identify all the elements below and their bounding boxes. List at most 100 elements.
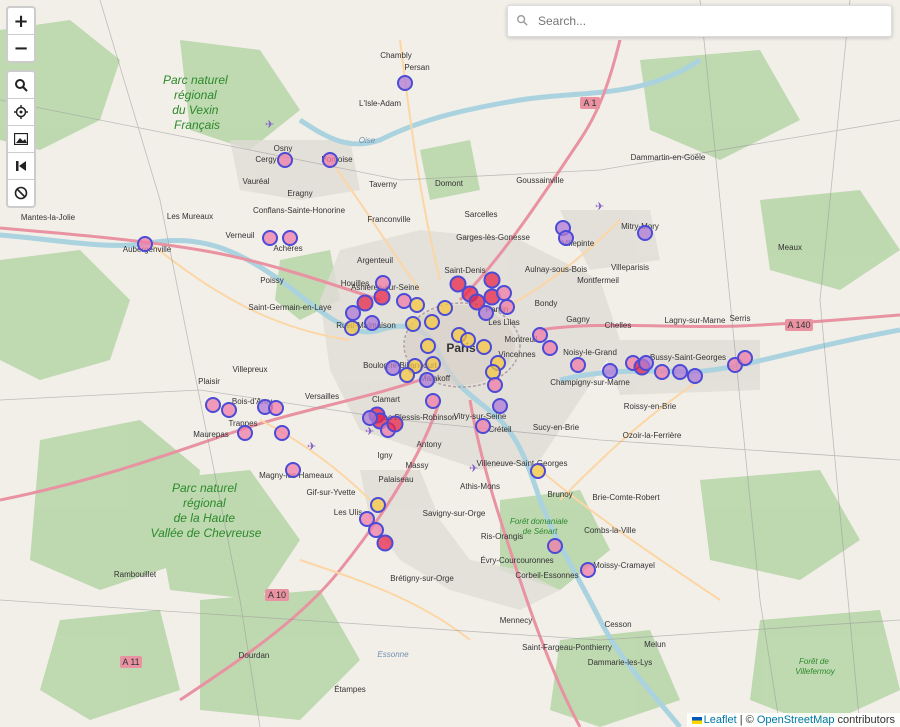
zoom-out-button[interactable]: −: [8, 35, 34, 61]
place-label: Athis-Mons: [460, 482, 500, 491]
map-marker-pink[interactable]: [547, 538, 563, 554]
place-label: Les Lilas: [488, 318, 520, 327]
map-marker-pink[interactable]: [137, 236, 153, 252]
place-label: Villeparisis: [611, 263, 649, 272]
place-label: Ozoir-la-Ferrière: [623, 431, 682, 440]
map-marker-pink[interactable]: [237, 425, 253, 441]
map-marker-yellow[interactable]: [460, 332, 476, 348]
map-marker-pink[interactable]: [499, 299, 515, 315]
place-label: Antony: [417, 440, 442, 449]
place-label: Eragny: [287, 189, 312, 198]
place-label: Brie-Comte-Robert: [592, 493, 660, 502]
map-marker-pink[interactable]: [496, 285, 512, 301]
search-icon: [15, 79, 28, 92]
place-label: Saint-Denis: [444, 266, 485, 275]
map-marker-red[interactable]: [386, 415, 404, 433]
block-button[interactable]: [8, 180, 34, 206]
map-marker-violet[interactable]: [362, 410, 378, 426]
map-marker-pink[interactable]: [487, 377, 503, 393]
map-marker-red[interactable]: [483, 271, 501, 289]
map-marker-violet[interactable]: [385, 360, 401, 376]
map-marker-pink[interactable]: [570, 357, 586, 373]
map-marker-pink[interactable]: [580, 562, 596, 578]
map-marker-pink[interactable]: [277, 152, 293, 168]
airport-icon: ✈: [265, 119, 274, 131]
place-label: Plaisir: [198, 377, 220, 386]
map-marker-pink[interactable]: [274, 425, 290, 441]
place-label: Sucy-en-Brie: [533, 423, 580, 432]
image-layer-button[interactable]: [8, 126, 34, 153]
place-label: Brétigny-sur-Orge: [390, 574, 454, 583]
place-label: Persan: [404, 63, 429, 72]
map-marker-pink[interactable]: [654, 364, 670, 380]
place-label: Taverny: [369, 180, 397, 189]
image-layer-icon: [14, 133, 28, 145]
zoom-control: + −: [6, 6, 36, 63]
map-marker-violet[interactable]: [638, 355, 654, 371]
map-marker-violet[interactable]: [637, 225, 653, 241]
map-marker-yellow[interactable]: [399, 367, 415, 383]
place-label: Clamart: [372, 395, 401, 404]
place-label: Domont: [435, 179, 464, 188]
place-label: Ris-Orangis: [481, 532, 523, 541]
map-marker-violet[interactable]: [492, 398, 508, 414]
map-marker-violet[interactable]: [419, 372, 435, 388]
place-label: Igny: [377, 451, 392, 460]
map-canvas[interactable]: ✈ ✈ ✈ ✈ ✈ Parc naturel régional du Vexin…: [0, 0, 900, 727]
place-label: Serris: [730, 314, 751, 323]
map-marker-pink[interactable]: [262, 230, 278, 246]
map-marker-pink[interactable]: [205, 397, 221, 413]
place-label: L'Isle-Adam: [359, 99, 401, 108]
map-marker-violet[interactable]: [397, 75, 413, 91]
map-marker-yellow[interactable]: [420, 338, 436, 354]
skip-back-button[interactable]: [8, 153, 34, 180]
place-label: Bussy-Saint-Georges: [650, 353, 726, 362]
map-marker-violet[interactable]: [478, 305, 494, 321]
search-input[interactable]: [536, 13, 891, 29]
map-marker-yellow[interactable]: [530, 463, 546, 479]
map-marker-yellow[interactable]: [485, 364, 501, 380]
map-marker-yellow[interactable]: [409, 297, 425, 313]
osm-link[interactable]: OpenStreetMap: [757, 714, 835, 726]
map-marker-yellow[interactable]: [425, 356, 441, 372]
map-marker-pink[interactable]: [221, 402, 237, 418]
map-marker-pink[interactable]: [268, 400, 284, 416]
search-tool-button[interactable]: [8, 72, 34, 99]
place-label: Rambouillet: [114, 570, 157, 579]
map-marker-pink[interactable]: [532, 327, 548, 343]
map-marker-pink[interactable]: [737, 350, 753, 366]
map-marker-violet[interactable]: [345, 305, 361, 321]
map-marker-yellow[interactable]: [344, 320, 360, 336]
leaflet-link[interactable]: Leaflet: [704, 714, 737, 726]
map-marker-red[interactable]: [356, 294, 374, 312]
map-marker-red[interactable]: [376, 534, 394, 552]
map-marker-pink[interactable]: [282, 230, 298, 246]
map-marker-violet[interactable]: [558, 230, 574, 246]
map-marker-violet[interactable]: [602, 363, 618, 379]
map-marker-pink[interactable]: [285, 462, 301, 478]
place-label: Maurepas: [193, 430, 229, 439]
place-label: Versailles: [305, 392, 339, 401]
zoom-in-button[interactable]: +: [8, 8, 34, 35]
map-marker-violet[interactable]: [687, 368, 703, 384]
map-marker-yellow[interactable]: [437, 300, 453, 316]
map-marker-pink[interactable]: [322, 152, 338, 168]
map-marker-yellow[interactable]: [405, 316, 421, 332]
map-marker-yellow[interactable]: [370, 497, 386, 513]
map-marker-pink[interactable]: [368, 522, 384, 538]
place-label: Gif-sur-Yvette: [307, 488, 356, 497]
map-marker-violet[interactable]: [672, 364, 688, 380]
place-label: Argenteuil: [357, 256, 393, 265]
map-marker-violet[interactable]: [364, 315, 380, 331]
map-marker-pink[interactable]: [425, 393, 441, 409]
map-marker-pink[interactable]: [375, 275, 391, 291]
map-marker-pink[interactable]: [396, 293, 412, 309]
map-marker-yellow[interactable]: [476, 339, 492, 355]
map-marker-yellow[interactable]: [424, 314, 440, 330]
locate-button[interactable]: [8, 99, 34, 126]
map-marker-red[interactable]: [373, 288, 391, 306]
place-label: Gagny: [566, 315, 590, 324]
attribution: Leaflet | © OpenStreetMap contributors: [686, 713, 900, 727]
map-marker-pink[interactable]: [475, 418, 491, 434]
map-marker-pink[interactable]: [542, 340, 558, 356]
